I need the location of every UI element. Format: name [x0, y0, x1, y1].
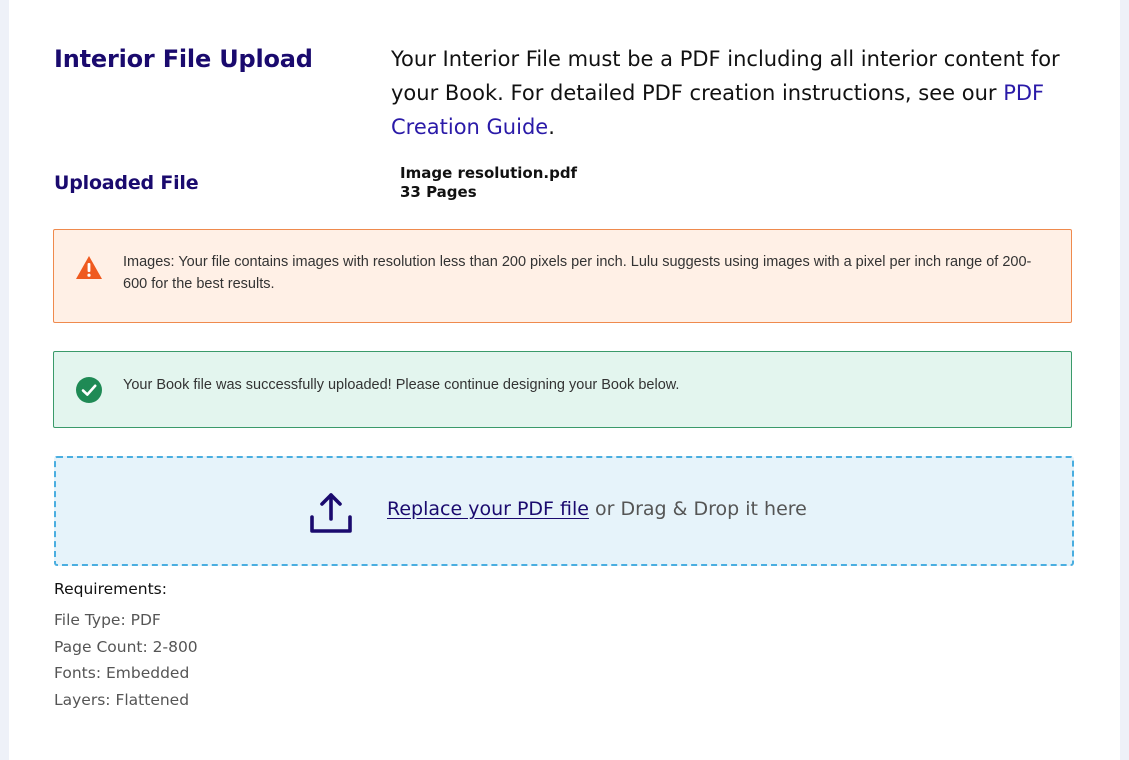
requirement-layers: Layers: Flattened	[54, 690, 190, 709]
uploaded-file-info: Image resolution.pdf 33 Pages	[400, 164, 577, 202]
uploaded-file-page-count: 33 Pages	[400, 183, 477, 201]
intro-body: Your Interior File must be a PDF includi…	[391, 47, 1060, 105]
uploaded-file-label: Uploaded File	[54, 172, 199, 194]
uploaded-file-name: Image resolution.pdf	[400, 164, 578, 182]
requirement-page-count: Page Count: 2-800	[54, 637, 198, 656]
requirement-file-type: File Type: PDF	[54, 611, 161, 629]
requirements-list: File Type: PDF Page Count: 2-800 Fonts: …	[54, 607, 198, 713]
dropzone-text: Replace your PDF file or Drag & Drop it …	[387, 498, 807, 520]
upload-success-message: Your Book file was successfully uploaded…	[53, 351, 1072, 428]
requirements-title: Requirements:	[54, 580, 167, 598]
warning-message: Images: Your file contains images with r…	[123, 254, 1032, 292]
replace-pdf-link[interactable]: Replace your PDF file	[387, 498, 589, 520]
success-message: Your Book file was successfully uploaded…	[123, 377, 680, 393]
upload-icon	[310, 493, 352, 533]
interior-upload-panel: Interior File Upload Your Interior File …	[9, 0, 1120, 760]
drag-drop-text: or Drag & Drop it here	[588, 498, 807, 520]
image-resolution-warning: Images: Your file contains images with r…	[53, 229, 1072, 323]
pdf-dropzone[interactable]: Replace your PDF file or Drag & Drop it …	[54, 456, 1074, 566]
section-title: Interior File Upload	[54, 45, 313, 73]
intro-end: .	[548, 115, 555, 139]
requirement-fonts: Fonts: Embedded	[54, 664, 190, 682]
intro-text: Your Interior File must be a PDF includi…	[391, 42, 1091, 144]
warning-triangle-icon	[76, 256, 102, 279]
check-circle-icon	[76, 377, 102, 403]
